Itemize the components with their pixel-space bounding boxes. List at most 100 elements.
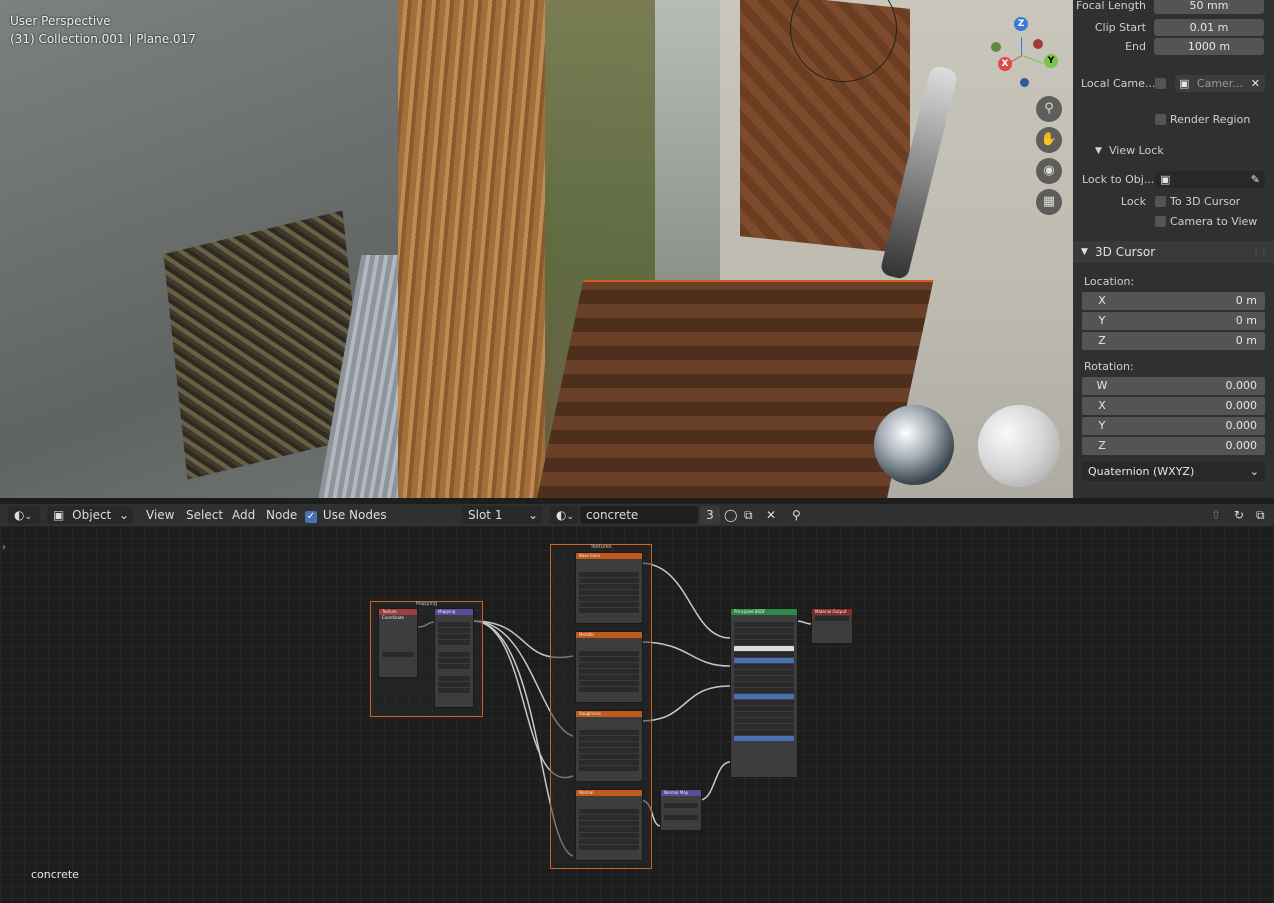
checkbox-checked-icon: ✓	[305, 511, 317, 523]
lock-label: Lock	[1120, 195, 1146, 208]
clip-start-field[interactable]: 0.01 m	[1154, 19, 1264, 36]
editor-type-dropdown[interactable]: ◐⌄	[8, 506, 40, 524]
clip-end-label: End	[1125, 40, 1146, 53]
menu-node[interactable]: Node	[266, 504, 297, 526]
use-nodes-toggle[interactable]: ✓ Use Nodes	[305, 504, 387, 526]
mode-icon: ▣	[53, 508, 65, 522]
location-z-field[interactable]: Z 0 m	[1082, 332, 1265, 350]
pan-hand-icon[interactable]: ✋	[1036, 127, 1062, 153]
gizmo-neg-z[interactable]	[1020, 78, 1029, 87]
chevron-down-icon: ⌄	[1249, 465, 1259, 478]
clip-end-field[interactable]: 1000 m	[1154, 38, 1264, 55]
chevron-down-icon: ⌄	[118, 508, 129, 522]
to-3d-cursor-label: To 3D Cursor	[1170, 195, 1241, 208]
camera-to-view-label: Camera to View	[1170, 215, 1258, 228]
lock-to-object-field[interactable]: ▣ ✎	[1155, 171, 1265, 188]
clear-icon[interactable]: ✕	[1251, 75, 1260, 92]
unlink-material-icon[interactable]: ✕	[766, 504, 776, 526]
wood-floor	[536, 280, 934, 498]
drag-handle-icon[interactable]: ⋮⋮	[1252, 241, 1268, 263]
mapping-node[interactable]: Mapping	[434, 608, 474, 708]
gizmo-neg-x[interactable]	[1033, 39, 1043, 49]
snap-icon[interactable]: ↻	[1234, 504, 1244, 526]
3d-viewport[interactable]: User Perspective (31) Collection.001 | P…	[0, 0, 1073, 498]
node-editor-canvas[interactable]: › Mapping Texture Coordinate Mapping Tex…	[0, 526, 1274, 903]
view-context-label: (31) Collection.001 | Plane.017	[10, 32, 196, 46]
perspective-grid-icon[interactable]: ▦	[1036, 189, 1062, 215]
focal-length-field[interactable]: 50 mm	[1154, 0, 1264, 14]
view-sidebar: Focal Length 50 mm Clip Start 0.01 m End…	[1073, 0, 1274, 498]
snap-options-icon[interactable]: ⧉	[1256, 504, 1265, 526]
camera-view-icon[interactable]: ◉	[1036, 158, 1062, 184]
material-name-label: concrete	[31, 868, 79, 881]
to-3d-cursor-checkbox[interactable]	[1155, 196, 1166, 207]
slot-dropdown[interactable]: Slot 1 ⌄	[462, 506, 542, 524]
pin-icon[interactable]: ⚲	[792, 504, 801, 526]
render-region-checkbox[interactable]	[1155, 114, 1166, 125]
camera-object-icon: ▣	[1179, 77, 1190, 90]
principled-bsdf-node[interactable]: Principled BSDF	[730, 608, 798, 778]
render-region-label: Render Region	[1170, 113, 1251, 126]
material-sphere-icon: ◐	[556, 508, 567, 522]
base-color-texture-node[interactable]: Base Color	[575, 552, 643, 624]
rotation-value: 0.000	[1225, 399, 1258, 412]
wood-pillar	[398, 0, 553, 498]
gizmo-z[interactable]: Z	[1014, 17, 1028, 31]
rotation-y-field[interactable]: Y 0.000	[1082, 417, 1265, 435]
texture-coordinate-node[interactable]: Texture Coordinate	[378, 608, 418, 678]
rotation-axis-label: X	[1098, 399, 1106, 412]
rotation-w-field[interactable]: W 0.000	[1082, 377, 1265, 395]
focal-length-label: Focal Length	[1076, 0, 1146, 12]
parent-node-tree-icon[interactable]: ⇧	[1211, 504, 1221, 526]
normal-map-node[interactable]: Normal Map	[660, 789, 702, 831]
material-name-field[interactable]: concrete	[580, 506, 698, 524]
location-value: 0 m	[1235, 334, 1257, 347]
location-value: 0 m	[1235, 294, 1257, 307]
location-axis-label: X	[1098, 294, 1106, 307]
rotation-z-field[interactable]: Z 0.000	[1082, 437, 1265, 455]
rotation-value: 0.000	[1225, 419, 1258, 432]
local-camera-label: Local Came...	[1081, 77, 1156, 90]
view-lock-header[interactable]: View Lock	[1109, 141, 1164, 161]
material-browse-dropdown[interactable]: ◐⌄	[550, 506, 578, 524]
material-users-count[interactable]: 3	[700, 506, 720, 524]
zoom-icon[interactable]: ⚲	[1036, 96, 1062, 122]
gizmo-neg-y[interactable]	[991, 42, 1001, 52]
location-value: 0 m	[1235, 314, 1257, 327]
location-label: Location:	[1084, 275, 1135, 288]
cursor-chevron-icon: ▼	[1081, 247, 1088, 257]
lock-to-object-label: Lock to Obj...	[1082, 173, 1155, 186]
duplicate-material-icon[interactable]: ⧉	[744, 504, 753, 526]
fake-user-shield-icon[interactable]: ◯	[724, 504, 737, 526]
chrome-sphere	[874, 405, 954, 485]
rotation-mode-dropdown[interactable]: Quaternion (WXYZ) ⌄	[1082, 462, 1265, 481]
object-mode-dropdown[interactable]: ▣ Object ⌄	[47, 506, 133, 524]
normal-texture-node[interactable]: Normal	[575, 789, 643, 861]
3d-cursor-panel-header[interactable]: ▼ 3D Cursor ⋮⋮	[1073, 241, 1274, 263]
gizmo-x[interactable]: X	[998, 57, 1012, 71]
roughness-texture-node[interactable]: Roughness	[575, 710, 643, 782]
location-x-field[interactable]: X 0 m	[1082, 292, 1265, 310]
menu-add[interactable]: Add	[232, 504, 255, 526]
menu-select[interactable]: Select	[186, 504, 223, 526]
eyedropper-icon[interactable]: ✎	[1251, 171, 1260, 188]
metallic-texture-node[interactable]: Metallic	[575, 631, 643, 703]
gizmo-y[interactable]: Y	[1044, 54, 1058, 68]
node-editor-header: ◐⌄ ▣ Object ⌄ View Select Add Node ✓ Use…	[0, 504, 1274, 526]
rotation-x-field[interactable]: X 0.000	[1082, 397, 1265, 415]
view-mode-label: User Perspective	[10, 14, 111, 28]
location-axis-label: Z	[1098, 334, 1106, 347]
object-icon: ▣	[1160, 173, 1171, 186]
material-output-node[interactable]: Material Output	[811, 608, 853, 644]
camera-to-view-checkbox[interactable]	[1155, 216, 1166, 227]
glass-edge	[655, 0, 725, 300]
menu-view[interactable]: View	[146, 504, 174, 526]
location-y-field[interactable]: Y 0 m	[1082, 312, 1265, 330]
clip-start-label: Clip Start	[1094, 21, 1146, 34]
navigation-gizmo[interactable]: Z Y X	[985, 15, 1060, 90]
view-lock-chevron-icon[interactable]: ▼	[1095, 141, 1102, 161]
local-camera-checkbox[interactable]	[1155, 78, 1166, 89]
white-sphere	[978, 405, 1060, 487]
local-camera-field[interactable]: ▣ Camer... ✕	[1175, 75, 1265, 92]
rotation-axis-label: W	[1096, 379, 1108, 392]
